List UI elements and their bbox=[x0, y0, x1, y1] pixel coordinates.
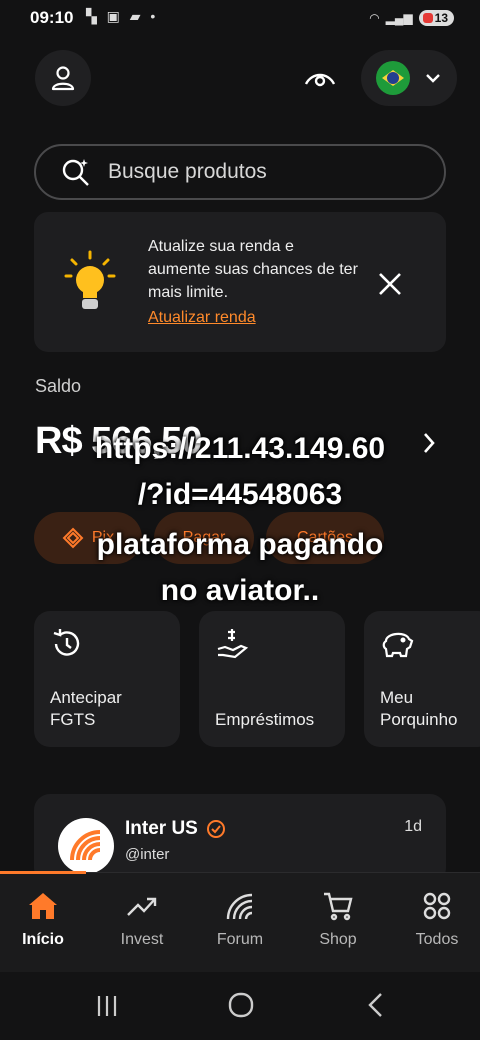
brazil-flag-icon bbox=[376, 61, 410, 95]
overlay-line-2: /?id=44548063 bbox=[137, 478, 343, 511]
overlay-line-1: https://211.43.149.60 bbox=[94, 432, 386, 465]
system-navigation-bar bbox=[0, 972, 480, 1040]
nav-label: Forum bbox=[216, 931, 264, 948]
post-handle: @inter bbox=[125, 846, 170, 863]
trending-up-icon bbox=[127, 897, 157, 916]
balance-label: Saldo bbox=[35, 376, 82, 396]
eye-icon bbox=[304, 73, 336, 87]
close-icon[interactable] bbox=[378, 272, 402, 296]
card-anticipate-fgts[interactable]: Antecipar FGTS bbox=[34, 611, 180, 747]
forum-post-card[interactable]: Inter US @inter 1d bbox=[34, 794, 446, 884]
search-input[interactable] bbox=[106, 159, 410, 185]
home-icon bbox=[29, 893, 57, 919]
lightbulb-icon bbox=[64, 250, 116, 309]
grid-icon bbox=[423, 892, 451, 920]
nav-label: Shop bbox=[319, 931, 357, 948]
status-time: 09:10 bbox=[30, 8, 74, 27]
overlay-line-4: no aviator.. bbox=[160, 574, 320, 607]
card-label-line1: Meu bbox=[380, 688, 414, 707]
piggy-bank-icon bbox=[382, 632, 414, 658]
income-update-banner: Atualize sua renda e aumente suas chance… bbox=[34, 212, 446, 352]
bottom-navigation: Início Invest Forum Shop Todos bbox=[0, 871, 480, 973]
inter-logo-icon bbox=[70, 830, 101, 861]
home-nav-icon[interactable] bbox=[228, 992, 254, 1018]
nav-label: Início bbox=[22, 931, 64, 948]
post-author-name: Inter US bbox=[125, 818, 198, 839]
search-sparkle-icon bbox=[62, 159, 89, 186]
active-tab-indicator bbox=[0, 871, 86, 874]
banner-message: Atualize sua renda e aumente suas chance… bbox=[148, 238, 358, 301]
post-time: 1d bbox=[404, 818, 422, 835]
nav-forum[interactable]: Forum bbox=[192, 891, 288, 949]
forum-icon bbox=[226, 893, 253, 920]
user-icon bbox=[51, 66, 75, 91]
nav-invest[interactable]: Invest bbox=[94, 891, 190, 949]
post-author: Inter US bbox=[125, 818, 226, 840]
card-loans[interactable]: Empréstimos bbox=[199, 611, 345, 747]
card-label-line1: Antecipar bbox=[50, 688, 122, 707]
card-label-line2: Porquinho bbox=[380, 710, 458, 729]
card-label-line2: FGTS bbox=[50, 710, 96, 729]
nav-label: Invest bbox=[120, 931, 164, 948]
notification-icons: ▚ ▣ ▰ • bbox=[86, 8, 159, 24]
cart-icon bbox=[324, 892, 353, 921]
toggle-balance-visibility[interactable] bbox=[302, 64, 338, 94]
money-hand-icon bbox=[217, 629, 249, 659]
card-piggy-bank[interactable]: Meu Porquinho bbox=[364, 611, 480, 747]
battery-indicator: 13 bbox=[418, 10, 454, 26]
history-icon bbox=[53, 629, 80, 656]
card-label-line1: Empréstimos bbox=[215, 710, 315, 729]
nav-shop[interactable]: Shop bbox=[290, 891, 386, 949]
country-selector[interactable] bbox=[361, 50, 457, 106]
update-income-link[interactable]: Atualizar renda bbox=[148, 309, 256, 327]
profile-button[interactable] bbox=[35, 50, 91, 106]
chevron-down-icon bbox=[426, 74, 440, 83]
verified-icon bbox=[206, 820, 225, 838]
nav-all[interactable]: Todos bbox=[389, 891, 480, 949]
wifi-icon: ◠ bbox=[369, 11, 380, 25]
recent-apps-icon[interactable] bbox=[96, 994, 118, 1018]
status-right: ◠ ▂▄▆ 13 bbox=[369, 10, 454, 26]
nav-label: Todos bbox=[415, 931, 459, 948]
avatar bbox=[58, 818, 114, 874]
back-icon[interactable] bbox=[366, 992, 384, 1018]
overlay-line-3: plataforma pagando bbox=[96, 528, 384, 561]
signal-icon: ▂▄▆ bbox=[385, 11, 413, 25]
search-bar[interactable] bbox=[34, 144, 446, 200]
nav-home[interactable]: Início bbox=[0, 891, 91, 949]
